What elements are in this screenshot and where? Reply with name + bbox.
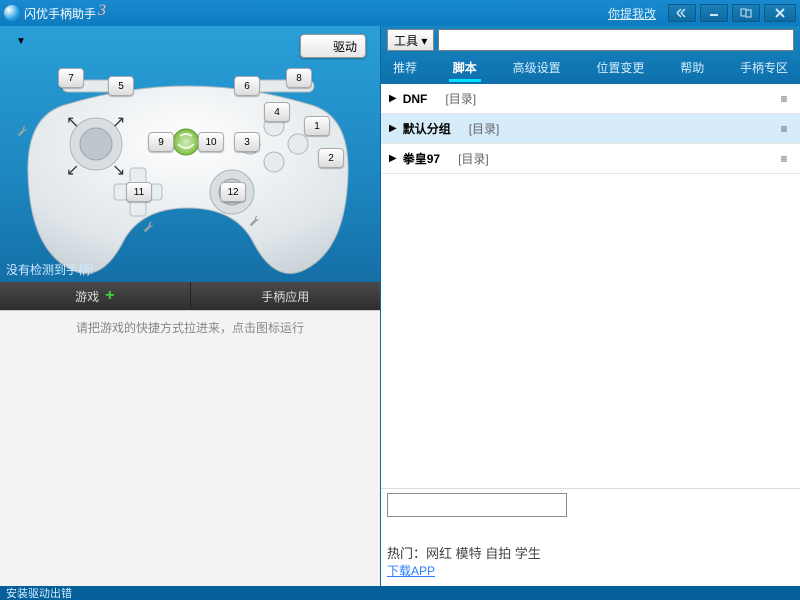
ls-down-right-icon: ↘: [112, 160, 126, 174]
add-game-icon[interactable]: +: [105, 287, 114, 305]
list-item-name: 默认分组: [403, 120, 451, 137]
nav-help[interactable]: 帮助: [672, 53, 712, 82]
nav-position[interactable]: 位置变更: [588, 53, 652, 82]
title-bar: 闪优手柄助手 3 你提我改: [0, 0, 800, 26]
bottom-search-input[interactable]: [387, 493, 567, 517]
script-list: ▶ DNF [目录] ≡ ▶ 默认分组 [目录] ≡ ▶ 拳皇97 [目录] ≡: [381, 84, 800, 488]
nav-script[interactable]: 脚本: [445, 53, 485, 82]
btn-9[interactable]: 9: [148, 132, 174, 152]
tab-apps[interactable]: 手柄应用: [191, 282, 381, 310]
list-item-tag: [目录]: [469, 120, 500, 137]
tab-games[interactable]: 游戏 +: [0, 282, 191, 310]
tools-label: 工具 ▾: [394, 32, 427, 49]
tools-dropdown[interactable]: 工具 ▾: [387, 29, 434, 51]
btn-10[interactable]: 10: [198, 132, 224, 152]
hot-label: 热门：: [387, 546, 426, 561]
list-item[interactable]: ▶ 默认分组 [目录] ≡: [381, 114, 800, 144]
list-item[interactable]: ▶ DNF [目录] ≡: [381, 84, 800, 114]
ls-down-left-icon: ↙: [66, 160, 80, 174]
collapse-left-button[interactable]: [668, 4, 696, 22]
hot-items[interactable]: 网红 模特 自拍 学生: [426, 546, 541, 561]
app-logo-icon: [4, 5, 20, 21]
driver-button-label: 驱动: [333, 38, 357, 55]
btn-2[interactable]: 2: [318, 148, 344, 168]
hot-row: 热门：网红 模特 自拍 学生: [387, 543, 794, 562]
ls-up-right-icon: ↗: [112, 112, 126, 126]
status-text: 安装驱动出错: [6, 585, 72, 601]
list-item-name: DNF: [403, 92, 428, 106]
btn-3[interactable]: 3: [234, 132, 260, 152]
search-input[interactable]: [438, 29, 794, 51]
expand-icon: ▶: [389, 153, 397, 164]
app-title: 闪优手柄助手: [24, 5, 96, 22]
left-tabs: 游戏 + 手柄应用: [0, 282, 380, 310]
download-app-link[interactable]: 下载APP: [387, 562, 794, 579]
btn-1[interactable]: 1: [304, 116, 330, 136]
list-item-name: 拳皇97: [403, 150, 440, 167]
btn-6[interactable]: 6: [234, 76, 260, 96]
app-version-glyph: 3: [98, 2, 106, 20]
list-item-menu-icon[interactable]: ≡: [776, 92, 792, 106]
drop-area[interactable]: 请把游戏的快捷方式拉进来，点击图标运行: [0, 310, 380, 586]
tab-games-label: 游戏: [75, 288, 99, 305]
nav-advanced[interactable]: 高级设置: [505, 53, 569, 82]
btn-8[interactable]: 8: [286, 68, 312, 88]
wrench-left-icon[interactable]: [16, 124, 30, 138]
list-item-menu-icon[interactable]: ≡: [776, 122, 792, 136]
wrench-rstick-icon[interactable]: [248, 214, 262, 228]
ls-up-left-icon: ↖: [66, 112, 80, 126]
bottom-panel: 热门：网红 模特 自拍 学生 下载APP: [381, 488, 800, 586]
maximize-button[interactable]: [732, 4, 760, 22]
nav-zone[interactable]: 手柄专区: [732, 53, 796, 82]
status-bar: 安装驱动出错: [0, 586, 800, 600]
btn-4[interactable]: 4: [264, 102, 290, 122]
btn-5[interactable]: 5: [108, 76, 134, 96]
list-item-tag: [目录]: [458, 150, 489, 167]
list-item-tag: [目录]: [445, 90, 476, 107]
no-controller-label: 没有检测到手柄!: [6, 261, 93, 278]
feedback-link[interactable]: 你提我改: [608, 5, 656, 22]
minimize-button[interactable]: [700, 4, 728, 22]
controller-image: ↖ ↗ ↙ ↘ 7 5 6 8 4 1 2 3 9 10 11 1: [18, 74, 358, 274]
driver-button[interactable]: 驱动: [300, 34, 366, 58]
tab-apps-label: 手柄应用: [261, 288, 309, 305]
list-item-menu-icon[interactable]: ≡: [776, 152, 792, 166]
btn-7[interactable]: 7: [58, 68, 84, 88]
controller-panel: ▼ 驱动: [0, 26, 380, 282]
left-menu-caret-icon[interactable]: ▼: [16, 36, 26, 47]
expand-icon: ▶: [389, 123, 397, 134]
wrench-dpad-icon[interactable]: [142, 220, 156, 234]
btn-11[interactable]: 11: [126, 182, 152, 202]
drop-hint: 请把游戏的快捷方式拉进来，点击图标运行: [0, 311, 380, 336]
expand-icon: ▶: [389, 93, 397, 104]
btn-12[interactable]: 12: [220, 182, 246, 202]
nav-recommend[interactable]: 推荐: [385, 53, 425, 82]
close-button[interactable]: [764, 4, 796, 22]
list-item[interactable]: ▶ 拳皇97 [目录] ≡: [381, 144, 800, 174]
